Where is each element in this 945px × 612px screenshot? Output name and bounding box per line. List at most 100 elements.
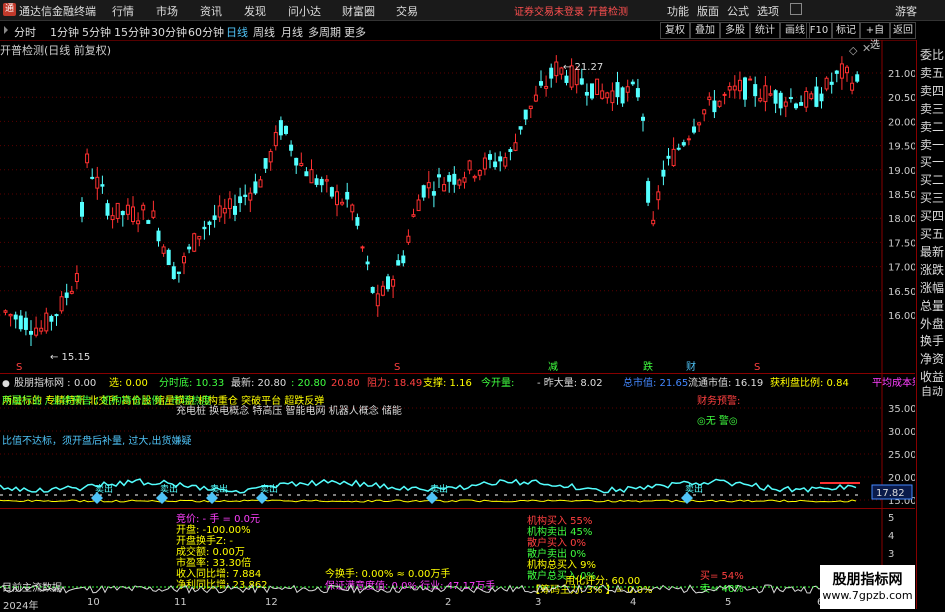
indicator-panel-1[interactable]: ● 股朋指标网 :0.00 选: 0.00 分时底: 10.33 最新: 20.80: … [0, 373, 945, 509]
candle-body [447, 175, 452, 182]
institution-text: 机构买入 55% [527, 514, 592, 527]
candle-body [651, 219, 656, 225]
menu-zixun[interactable]: 资讯 [200, 3, 222, 19]
candle-body [258, 179, 263, 188]
right-tab[interactable]: 外盘 [919, 315, 945, 332]
indicator-2-tick-label: 5 [888, 513, 894, 524]
candle-body [498, 156, 503, 162]
candlestick-chart[interactable]: 21.00 20.50 20.00 19.50 19.00 18.50 18.00 17.50… [0, 40, 917, 373]
candlestick-panel[interactable]: 21.00 20.50 20.00 19.50 19.00 18.50 18.00 17.50… [0, 40, 917, 373]
tab-fenshi[interactable]: 分时 [14, 24, 36, 40]
right-tab[interactable]: 涨跌 [919, 261, 945, 278]
signal-marker: 跌 [643, 360, 653, 373]
multistock-button[interactable]: 多股 [720, 22, 750, 39]
menu-caifuquan[interactable]: 财富圈 [342, 3, 375, 19]
right-tab[interactable]: 卖五 [919, 64, 945, 81]
menu-banmian[interactable]: 版面 [697, 3, 719, 19]
add-watchlist-button[interactable]: +自选 [860, 22, 890, 51]
candle-body [523, 109, 528, 120]
menu-wenxiaoda[interactable]: 问小达 [288, 3, 321, 19]
right-tab[interactable]: 卖二 [919, 118, 945, 135]
menu-faxian[interactable]: 发现 [244, 3, 266, 19]
right-tab[interactable]: 净资 [919, 350, 945, 367]
tab-multi[interactable]: 多周期 [308, 24, 341, 40]
candle-body [192, 233, 197, 252]
tab-30min[interactable]: 30分钟 [151, 24, 187, 40]
right-tab[interactable]: 买二 [919, 171, 945, 188]
mark-button[interactable]: 标记 [832, 22, 860, 39]
candle-body [513, 142, 518, 151]
candle-body [324, 179, 329, 182]
right-tab[interactable]: 涨幅 [919, 279, 945, 296]
indicator-panel-2[interactable]: 竞价: - 手 = 0.0元 开盘: -100.00% 开盘换手Z: - 成交额: 0… [0, 508, 915, 597]
candle-body [482, 157, 487, 170]
guest-user[interactable]: 游客 [895, 3, 917, 19]
right-tab[interactable]: 卖三 [919, 100, 945, 117]
candle-body [814, 86, 819, 107]
tab-60min[interactable]: 60分钟 [188, 24, 224, 40]
candle-body [646, 181, 651, 203]
play-icon[interactable] [4, 26, 8, 34]
tab-weekly[interactable]: 周线 [253, 24, 275, 40]
candle-body [788, 97, 793, 100]
fuquan-button[interactable]: 复权 [660, 22, 690, 39]
candle-body [421, 185, 426, 198]
back-button[interactable]: 返回 [890, 22, 916, 39]
right-tab[interactable]: 总量 [919, 297, 945, 314]
right-tab[interactable]: 最新 [919, 243, 945, 260]
candle-body [294, 157, 299, 166]
candle-body [115, 202, 120, 219]
tab-more[interactable]: 更多 [344, 24, 366, 40]
right-tab[interactable]: 买一 [919, 153, 945, 170]
menu-xuanxiang[interactable]: 选项 [757, 3, 779, 19]
tab-5min[interactable]: 5分钟 [82, 24, 111, 40]
candle-body [187, 246, 192, 250]
indicator-field: 选: 0.00 [109, 376, 148, 389]
candle-body [737, 79, 742, 92]
candle-body [304, 171, 309, 177]
f10-button[interactable]: F10 [806, 22, 832, 39]
menu-jiaoyi[interactable]: 交易 [396, 3, 418, 19]
login-warning[interactable]: 证券交易未登录 [514, 3, 584, 18]
signal-marker: S [16, 362, 22, 373]
candle-body [743, 77, 747, 100]
tab-1min[interactable]: 1分钟 [50, 24, 79, 40]
low-price-label: ← 15.15 [50, 352, 90, 363]
right-tab[interactable]: 换手 [919, 332, 945, 349]
right-tab[interactable]: 卖一 [919, 136, 945, 153]
candle-body [850, 82, 855, 91]
menu-gongneng[interactable]: 功能 [667, 3, 689, 19]
menu-shichang[interactable]: 市场 [156, 3, 178, 19]
candle-body [773, 90, 778, 104]
tab-15min[interactable]: 15分钟 [114, 24, 150, 40]
right-tab[interactable]: 卖四 [919, 82, 945, 99]
tab-daily[interactable]: 日线 [226, 24, 248, 40]
right-tab[interactable]: 买三 [919, 189, 945, 206]
right-tab[interactable]: 委比 [919, 46, 945, 63]
no-warning-text: ◎无 警◎ [697, 414, 738, 427]
price-tick-label: 20.00 [888, 117, 915, 128]
candle-body [615, 82, 620, 98]
app-logo-icon: 通 [3, 3, 16, 16]
candle-body [289, 144, 294, 151]
menu-hangqing[interactable]: 行情 [112, 3, 134, 19]
candle-body [753, 84, 758, 97]
indicator-1-chart: ● 股朋指标网 :0.00 选: 0.00 分时底: 10.33 最新: 20.80: … [0, 374, 945, 509]
close-chart-icon[interactable]: ✕ [862, 42, 871, 55]
candle-body [319, 178, 324, 186]
candle-body [335, 191, 339, 206]
candle-body [380, 285, 385, 296]
window-icon[interactable] [790, 3, 802, 15]
tab-monthly[interactable]: 月线 [281, 24, 303, 40]
right-tab[interactable]: 买五 [919, 225, 945, 242]
menu-gongshi[interactable]: 公式 [727, 3, 749, 19]
auto-label[interactable]: 自动 [919, 383, 945, 399]
candle-body [120, 210, 125, 216]
stats-button[interactable]: 统计 [750, 22, 780, 39]
candle-body [544, 85, 549, 89]
candle-body [630, 81, 635, 85]
time-label: 12 [265, 597, 278, 608]
settings-icon[interactable]: ◇ [849, 44, 857, 57]
overlay-button[interactable]: 叠加 [690, 22, 720, 39]
right-tab[interactable]: 买四 [919, 207, 945, 224]
